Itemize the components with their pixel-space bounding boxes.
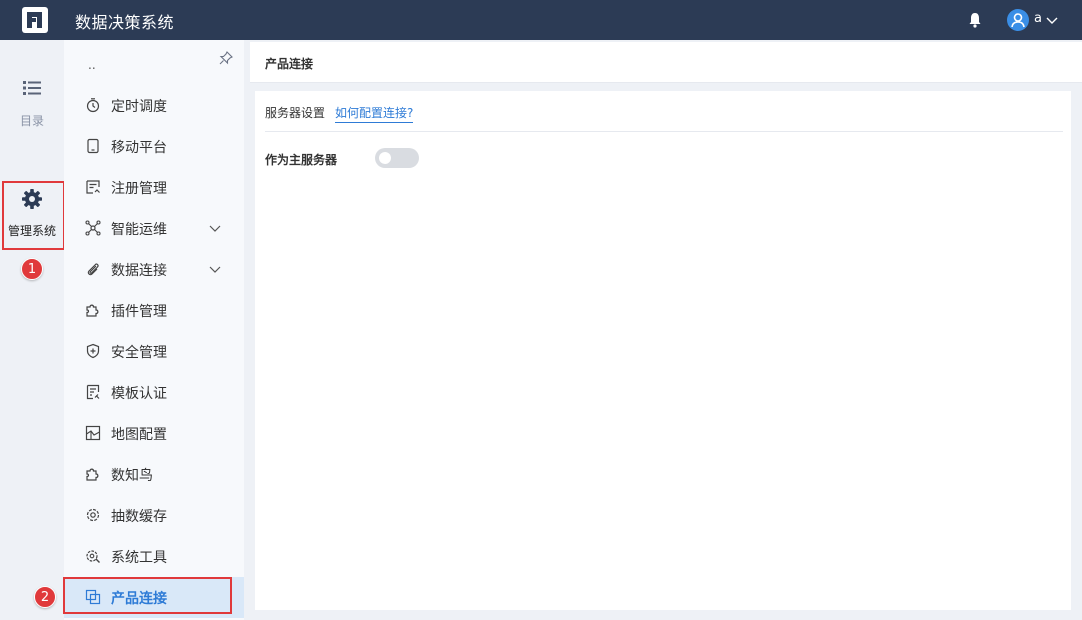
config-help-link[interactable]: 如何配置连接?	[335, 104, 414, 123]
highlight-box-2	[63, 577, 232, 614]
puzzle-icon	[86, 304, 99, 317]
sidebar-menu: .. 定时调度 移动平台 注册管理 智能运维 数据连接 插件管理 安全管理 模板…	[64, 40, 244, 620]
sidebar-item-label: 智能运维	[111, 222, 167, 238]
sidebar-item-label: 系统工具	[111, 550, 167, 566]
paperclip-icon	[87, 263, 99, 276]
puzzle-icon	[86, 468, 99, 481]
sidebar-item-label: 注册管理	[111, 181, 167, 197]
chevron-down-icon[interactable]	[208, 262, 222, 276]
main-content: 产品连接 服务器设置 如何配置连接? 作为主服务器	[244, 40, 1082, 620]
server-settings-label: 服务器设置	[265, 106, 326, 120]
mobile-icon	[87, 138, 99, 154]
nav-rail: 目录 管理系统	[0, 40, 64, 620]
sidebar-item-shuzhiniao[interactable]: 数知鸟	[64, 454, 244, 495]
user-avatar-icon[interactable]	[1007, 9, 1029, 31]
sidebar-item-data-connection[interactable]: 数据连接	[64, 249, 244, 290]
sidebar-item-label: 定时调度	[111, 99, 167, 115]
sidebar-item-label: 数据连接	[111, 263, 167, 279]
sidebar-item-system-tools[interactable]: 系统工具	[64, 536, 244, 577]
sidebar-item-label: 移动平台	[111, 140, 167, 156]
register-icon	[86, 180, 100, 194]
network-icon	[85, 220, 101, 236]
rail-item-catalog[interactable]: 目录	[0, 80, 64, 129]
sidebar-item-map-config[interactable]: 地图配置	[64, 413, 244, 454]
collapsed-parent-indicator[interactable]: ..	[88, 58, 96, 72]
sidebar-item-label: 数知鸟	[111, 468, 153, 484]
sidebar-item-label: 地图配置	[111, 427, 167, 443]
sidebar-item-label: 插件管理	[111, 304, 167, 320]
sidebar-item-ops[interactable]: 智能运维	[64, 208, 244, 249]
pin-icon[interactable]	[219, 51, 233, 65]
app-title: 数据决策系统	[75, 13, 175, 32]
master-server-label: 作为主服务器	[265, 153, 338, 167]
sidebar-item-plugins[interactable]: 插件管理	[64, 290, 244, 331]
template-icon	[86, 384, 100, 400]
sidebar-item-label: 安全管理	[111, 345, 167, 361]
settings-panel: 服务器设置 如何配置连接? 作为主服务器	[255, 91, 1071, 610]
sidebar-item-label: 抽数缓存	[111, 509, 167, 525]
rail-label-catalog: 目录	[19, 114, 44, 128]
annotation-badge-1: 1	[21, 258, 43, 280]
top-header: 数据决策系统 a	[0, 0, 1082, 40]
timer-icon	[86, 98, 100, 113]
cache-gear-icon	[86, 508, 100, 522]
chevron-down-icon[interactable]	[1045, 13, 1059, 27]
shield-icon	[86, 343, 100, 359]
tab-product-connection[interactable]: 产品连接	[265, 55, 313, 72]
sidebar-item-register[interactable]: 注册管理	[64, 167, 244, 208]
map-icon	[85, 425, 101, 441]
user-name[interactable]: a	[1034, 11, 1042, 26]
sidebar-item-template-auth[interactable]: 模板认证	[64, 372, 244, 413]
list-icon	[23, 81, 41, 95]
tab-bar: 产品连接	[250, 42, 1082, 83]
sidebar-item-label: 模板认证	[111, 386, 167, 402]
sidebar-item-security[interactable]: 安全管理	[64, 331, 244, 372]
sidebar-item-mobile[interactable]: 移动平台	[64, 126, 244, 167]
sidebar-item-schedule[interactable]: 定时调度	[64, 85, 244, 126]
chevron-down-icon[interactable]	[208, 221, 222, 235]
divider	[265, 131, 1063, 132]
master-server-toggle[interactable]	[375, 148, 419, 168]
bell-icon[interactable]	[968, 12, 982, 28]
logo[interactable]	[22, 7, 48, 33]
sidebar-item-extract-cache[interactable]: 抽数缓存	[64, 495, 244, 536]
annotation-badge-2: 2	[34, 586, 56, 608]
toggle-knob	[379, 152, 391, 164]
highlight-box-1	[2, 181, 65, 250]
tools-icon	[86, 550, 100, 563]
